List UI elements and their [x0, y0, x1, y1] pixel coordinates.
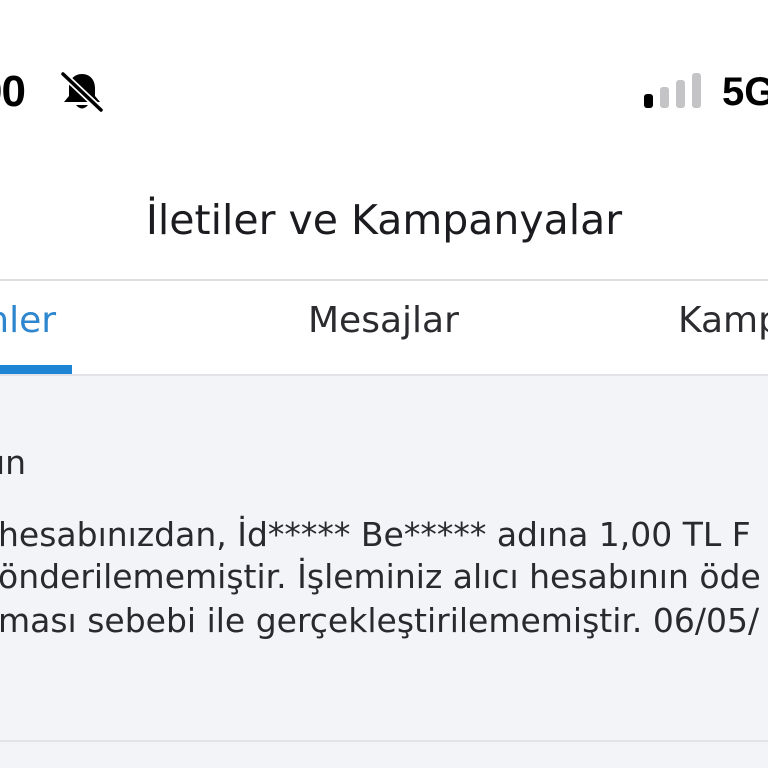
bell-slash-icon: [60, 70, 104, 114]
notification-text-line: önderilememiştir. İşleminiz alıcı hesabı…: [0, 557, 761, 596]
network-type-label: 5G: [722, 70, 768, 114]
signal-bars-icon: [644, 73, 701, 108]
notification-list: ın hesabınızdan, İd***** Be***** adına 1…: [0, 376, 768, 768]
status-bar: 00 5G: [0, 0, 768, 150]
notification-text-line: ması sebebi ile gerçekleştirilememiştir.…: [0, 601, 760, 640]
status-time: 00: [0, 67, 26, 116]
page-title: İletiler ve Kampanyalar: [145, 196, 623, 244]
notification-title: ın: [0, 443, 27, 482]
tab-bildirimler[interactable]: mler: [0, 295, 56, 347]
tabs-bar: mler Mesajlar Kamp: [0, 281, 768, 375]
tab-kampanyalar[interactable]: Kamp: [678, 295, 768, 347]
tab-mesajlar[interactable]: Mesajlar: [308, 295, 459, 347]
list-divider: [0, 740, 768, 742]
